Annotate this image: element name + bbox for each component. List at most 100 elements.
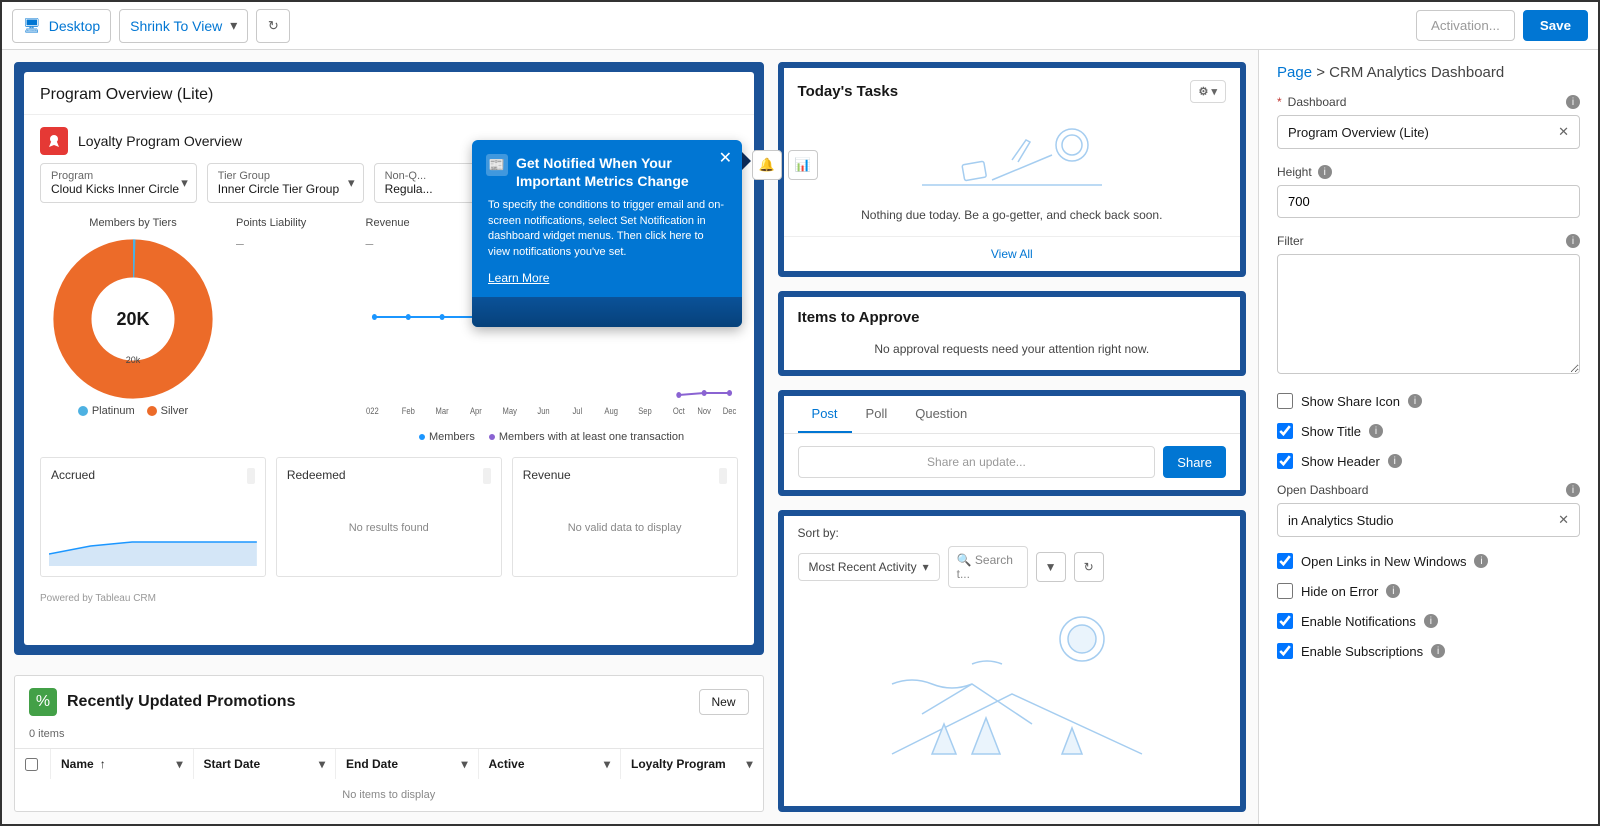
svg-text:Mar: Mar [435,405,448,416]
bell-icon: 🔔 [759,157,775,173]
info-icon[interactable]: i [1474,554,1488,568]
news-icon: 📰 [486,154,508,176]
gauge-icon [719,468,727,484]
approve-component[interactable]: Items to Approve No approval requests ne… [778,291,1246,376]
sort-label: Sort by: [798,526,839,540]
info-icon[interactable]: i [1408,394,1422,408]
hide-error-checkbox[interactable] [1277,583,1293,599]
chevron-down-icon [923,560,929,574]
open-report-button[interactable]: 📊 [788,150,818,180]
info-icon[interactable]: i [1318,165,1332,179]
svg-text:Apr: Apr [470,405,482,416]
tasks-menu-button[interactable]: ⚙ ▾ [1190,80,1226,103]
svg-text:Sep: Sep [638,405,652,416]
open-dashboard-combobox[interactable]: in Analytics Studio ✕ [1277,503,1580,537]
approve-empty-text: No approval requests need your attention… [784,338,1240,370]
dashboard-combobox[interactable]: Program Overview (Lite) ✕ [1277,115,1580,149]
info-icon[interactable]: i [1386,584,1400,598]
powered-by-label: Powered by Tableau CRM [24,587,754,610]
chart-icon: 📊 [795,157,811,173]
new-button[interactable]: New [699,689,749,715]
save-button[interactable]: Save [1523,10,1588,41]
enable-subs-checkbox[interactable] [1277,643,1293,659]
chevron-down-icon [181,175,188,191]
popover-title: Get Notified When Your Important Metrics… [516,154,726,190]
share-input[interactable]: Share an update... [798,446,1156,478]
chevron-down-icon [319,757,325,771]
feed-component[interactable]: Post Poll Question Share an update... Sh… [778,390,1246,496]
col-end[interactable]: End Date [336,749,479,779]
height-input[interactable] [1277,185,1580,218]
chevron-down-icon [176,757,182,771]
svg-text:Nov: Nov [697,405,711,416]
tasks-component[interactable]: Today's Tasks ⚙ ▾ [778,62,1246,277]
svg-text:Feb: Feb [401,405,414,416]
area-chart-accrued [49,506,257,566]
info-icon[interactable]: i [1431,644,1445,658]
tab-post[interactable]: Post [798,396,852,433]
learn-more-link[interactable]: Learn More [488,271,549,285]
breadcrumb-page-link[interactable]: Page [1277,64,1312,81]
col-program[interactable]: Loyalty Program [621,749,763,779]
filter-button[interactable]: ▼ [1036,552,1066,582]
info-icon[interactable]: i [1566,234,1580,248]
notification-popover: ✕ 📰 Get Notified When Your Important Met… [472,140,742,327]
dashboard-field-label: Dashboard [1288,95,1347,109]
donut-chart: 20K 20k [53,239,213,399]
feed-list-component[interactable]: Sort by: Most Recent Activity 🔍 Search t… [778,510,1246,812]
promotion-icon: % [29,688,57,716]
filter-tier-group[interactable]: Tier Group Inner Circle Tier Group [207,163,364,203]
height-field-label: Height [1277,165,1312,179]
show-share-checkbox[interactable] [1277,393,1293,409]
svg-text:Jul: Jul [572,405,582,416]
sort-select[interactable]: Most Recent Activity [798,553,940,581]
dashboard-subtitle: Loyalty Program Overview [78,133,242,149]
col-active[interactable]: Active [479,749,622,779]
builder-toolbar: 🖥 Desktop Shrink To View ↻ Activation...… [2,2,1598,50]
clear-icon[interactable]: ✕ [1558,512,1569,528]
filter-program[interactable]: Program Cloud Kicks Inner Circle [40,163,197,203]
tab-poll[interactable]: Poll [852,396,902,433]
clear-icon[interactable]: ✕ [1558,124,1569,140]
filter-textarea[interactable] [1277,254,1580,374]
filter-field-label: Filter [1277,234,1304,248]
open-links-checkbox[interactable] [1277,553,1293,569]
info-icon[interactable]: i [1424,614,1438,628]
enable-notif-checkbox[interactable] [1277,613,1293,629]
zoom-select[interactable]: Shrink To View [119,9,248,43]
activation-button[interactable]: Activation... [1416,10,1515,41]
gauge-icon [247,468,255,484]
svg-text:Dec: Dec [722,405,736,416]
close-icon[interactable]: ✕ [719,148,732,168]
share-button[interactable]: Share [1163,446,1226,478]
notification-bell-button[interactable]: 🔔 [752,150,782,180]
promotions-component[interactable]: % Recently Updated Promotions New 0 item… [14,675,764,812]
info-icon[interactable]: i [1566,95,1580,109]
tasks-view-all[interactable]: View All [784,236,1240,271]
show-header-checkbox[interactable] [1277,453,1293,469]
col-name[interactable]: Name ↑ [51,749,194,779]
info-icon[interactable]: i [1369,424,1383,438]
tab-question[interactable]: Question [901,396,981,433]
tasks-title: Today's Tasks [798,83,899,100]
points-value: – [236,233,356,257]
svg-text:Oct: Oct [672,405,684,416]
promotions-empty: No items to display [15,779,763,811]
approve-title: Items to Approve [798,309,920,326]
chevron-down-icon [230,17,237,34]
feed-search-input[interactable]: 🔍 Search t... [948,546,1028,588]
canvas: Program Overview (Lite) Loyalty Program … [2,50,1258,824]
info-icon[interactable]: i [1388,454,1402,468]
popover-body: To specify the conditions to trigger ema… [488,198,726,260]
device-select[interactable]: 🖥 Desktop [12,9,111,43]
show-title-checkbox[interactable] [1277,423,1293,439]
loyalty-badge-icon [40,127,68,155]
feed-refresh-button[interactable]: ↻ [1074,552,1104,582]
donut-inner-label: 20k [53,355,213,365]
refresh-button[interactable]: ↻ [256,9,290,43]
tasks-empty-text: Nothing due today. Be a go-getter, and c… [784,204,1240,236]
select-all-checkbox[interactable] [25,758,38,771]
refresh-icon: ↻ [268,18,279,34]
col-start[interactable]: Start Date [194,749,337,779]
info-icon[interactable]: i [1566,483,1580,497]
